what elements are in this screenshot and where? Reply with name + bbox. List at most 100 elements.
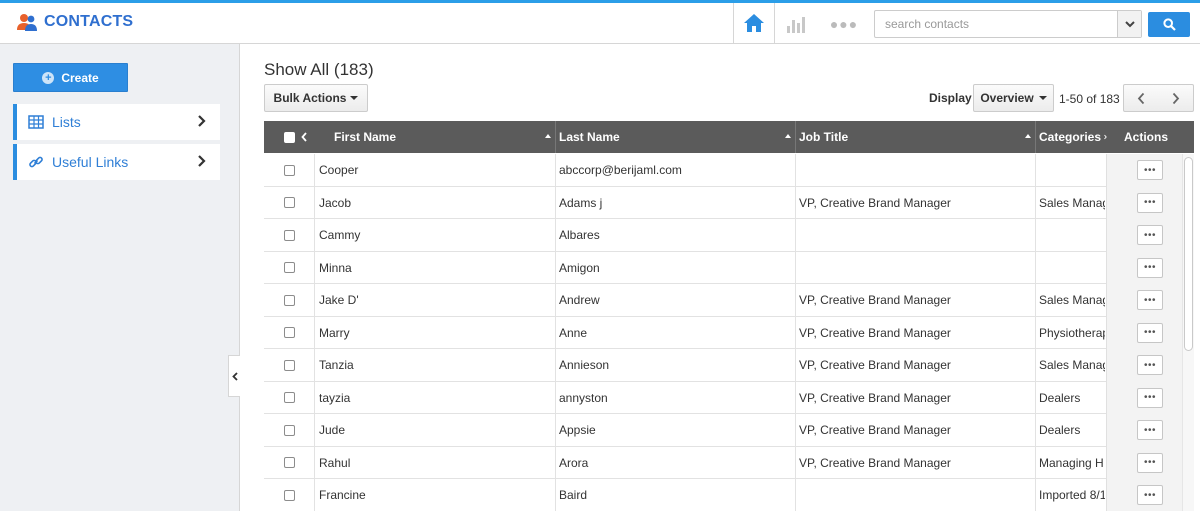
column-last-name[interactable]: Last Name xyxy=(555,121,795,153)
display-view-value: Overview xyxy=(980,91,1034,105)
contacts-logo-icon xyxy=(17,14,37,31)
table-row[interactable]: Minna Amigon xyxy=(264,252,1194,284)
last-name-cell[interactable]: Arora xyxy=(559,447,791,479)
sidebar-item-lists[interactable]: Lists xyxy=(13,104,220,140)
row-checkbox[interactable] xyxy=(284,424,295,436)
first-name-cell[interactable]: Rahul xyxy=(319,447,551,479)
job-title-cell: VP, Creative Brand Manager xyxy=(799,293,951,307)
categories-cell: Physiotherap xyxy=(1039,325,1105,340)
categories-cell: Imported 8/1 xyxy=(1039,488,1105,502)
last-name-cell[interactable]: Annieson xyxy=(559,349,791,381)
job-title-cell xyxy=(799,479,1031,511)
row-checkbox[interactable] xyxy=(284,392,295,403)
sidebar-collapse-toggle[interactable] xyxy=(228,355,240,397)
table-row[interactable]: Jacob Adams j VP, Creative Brand Manager Sa… xyxy=(264,187,1194,219)
table-row[interactable]: Tanzia Annieson VP, Creative Brand Manager… xyxy=(264,349,1194,382)
row-actions-button[interactable]: ••• xyxy=(1137,160,1163,180)
row-actions-button[interactable]: ••• xyxy=(1137,192,1163,213)
create-button[interactable]: + Create xyxy=(13,63,128,92)
last-name-cell[interactable]: annyston xyxy=(559,382,791,414)
row-checkbox[interactable] xyxy=(284,262,295,273)
search-button[interactable] xyxy=(1148,12,1190,37)
table-row[interactable]: tayzia annyston VP, Creative Brand Manager… xyxy=(264,382,1194,414)
link-icon xyxy=(29,156,43,168)
table-row[interactable]: Jude Appsie VP, Creative Brand Manager Deal… xyxy=(264,414,1194,447)
last-name-cell[interactable]: Anne xyxy=(559,317,791,349)
column-categories[interactable]: Categories xyxy=(1035,121,1107,153)
categories-cell: Sales Manag xyxy=(1039,195,1105,210)
table-row[interactable]: Rahul Arora VP, Creative Brand Manager Mana… xyxy=(264,447,1194,479)
display-view-dropdown[interactable]: Overview xyxy=(973,84,1054,112)
more-dots-icon: ••• xyxy=(1143,457,1156,468)
row-checkbox[interactable] xyxy=(284,164,295,176)
row-checkbox[interactable] xyxy=(284,197,295,208)
row-actions-button[interactable]: ••• xyxy=(1137,452,1163,473)
row-actions-button[interactable]: ••• xyxy=(1137,387,1163,408)
table-scrollbar[interactable] xyxy=(1182,154,1194,511)
row-checkbox[interactable] xyxy=(284,294,295,306)
first-name-cell[interactable]: Francine xyxy=(319,479,551,511)
table-row[interactable]: Cammy Albares xyxy=(264,219,1194,252)
first-name-cell[interactable]: Jake D' xyxy=(319,284,551,316)
row-actions-button[interactable]: ••• xyxy=(1137,290,1163,310)
app-brand[interactable]: CONTACTS xyxy=(16,11,133,33)
categories-cell xyxy=(1039,252,1105,284)
last-name-cell[interactable]: Appsie xyxy=(559,414,791,446)
row-checkbox[interactable] xyxy=(284,457,295,468)
sidebar-item-useful-links[interactable]: Useful Links xyxy=(13,144,220,180)
row-actions-button[interactable]: ••• xyxy=(1137,420,1163,440)
chevron-left-icon[interactable] xyxy=(301,132,307,142)
next-page-button[interactable] xyxy=(1158,84,1194,112)
row-actions-button[interactable]: ••• xyxy=(1137,355,1163,375)
search-filter-dropdown[interactable] xyxy=(1117,11,1141,37)
row-checkbox[interactable] xyxy=(284,229,295,241)
row-checkbox[interactable] xyxy=(284,359,295,371)
row-checkbox[interactable] xyxy=(284,327,295,338)
select-all-checkbox[interactable] xyxy=(284,131,295,143)
last-name-cell[interactable]: Adams j xyxy=(559,187,791,219)
bulk-actions-button[interactable]: Bulk Actions xyxy=(264,84,368,112)
row-actions-button[interactable]: ••• xyxy=(1137,257,1163,278)
top-bar: CONTACTS ●●● xyxy=(0,0,1200,44)
column-first-name[interactable]: First Name xyxy=(315,121,555,153)
search-input[interactable] xyxy=(875,11,1117,37)
first-name-cell[interactable]: Jude xyxy=(319,414,551,446)
categories-cell: Dealers xyxy=(1039,390,1081,405)
row-select-cell xyxy=(284,317,314,349)
categories-cell xyxy=(1039,219,1105,251)
last-name-cell[interactable]: Albares xyxy=(559,219,791,251)
job-title-cell xyxy=(799,219,1031,251)
page-title: Show All (183) xyxy=(264,60,374,79)
search-box xyxy=(874,10,1142,38)
table-header: First Name Last Name Job Title Categorie… xyxy=(264,121,1194,153)
first-name-cell[interactable]: Tanzia xyxy=(319,349,551,381)
previous-page-button[interactable] xyxy=(1123,84,1159,112)
last-name-cell[interactable]: abccorp@berijaml.com xyxy=(559,154,791,186)
row-actions-button[interactable]: ••• xyxy=(1137,225,1163,245)
row-actions-button[interactable]: ••• xyxy=(1137,322,1163,343)
more-apps-button[interactable]: ●●● xyxy=(830,15,858,33)
scrollbar-thumb[interactable] xyxy=(1184,157,1193,351)
first-name-cell[interactable]: Marry xyxy=(319,317,551,349)
table-row[interactable]: Marry Anne VP, Creative Brand Manager Physi… xyxy=(264,317,1194,349)
last-name-cell[interactable]: Baird xyxy=(559,479,791,511)
categories-cell: Sales Manag xyxy=(1039,293,1105,307)
first-name-cell[interactable]: Cammy xyxy=(319,219,551,251)
row-checkbox[interactable] xyxy=(284,489,295,501)
column-job-title[interactable]: Job Title xyxy=(795,121,1035,153)
last-name-cell[interactable]: Amigon xyxy=(559,252,791,284)
last-name-cell[interactable]: Andrew xyxy=(559,284,791,316)
table-row[interactable]: Cooper abccorp@berijaml.com xyxy=(264,154,1194,187)
first-name-cell[interactable]: tayzia xyxy=(319,382,551,414)
first-name-cell[interactable]: Cooper xyxy=(319,154,551,186)
reports-nav-button[interactable] xyxy=(784,13,808,35)
first-name-cell[interactable]: Jacob xyxy=(319,187,551,219)
table-row[interactable]: Francine Baird Imported 8/1 xyxy=(264,479,1194,511)
row-actions-button[interactable]: ••• xyxy=(1137,485,1163,505)
row-select-cell xyxy=(284,284,314,316)
home-nav-button[interactable] xyxy=(733,3,775,43)
table-row[interactable]: Jake D' Andrew VP, Creative Brand Manager S… xyxy=(264,284,1194,317)
sort-asc-icon xyxy=(545,134,551,138)
actions-column: ••• ••• ••• ••• ••• ••• ••• ••• ••• ••• ••• xyxy=(1106,154,1182,511)
first-name-cell[interactable]: Minna xyxy=(319,252,551,284)
